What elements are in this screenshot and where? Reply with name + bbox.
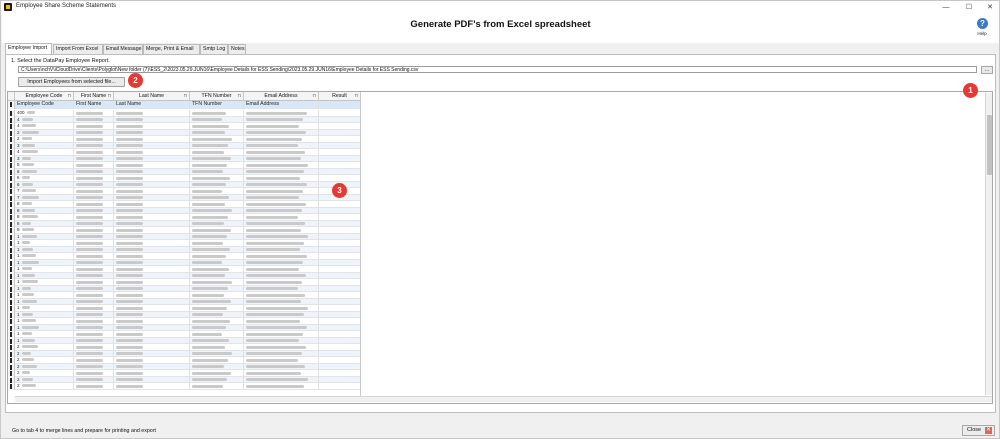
import-employees-button[interactable]: Import Employees from selected file... (18, 77, 125, 87)
help-button[interactable]: ? Help (973, 18, 991, 40)
subheader-cell: Email Address (244, 101, 319, 109)
subheader-cell: First Name (74, 101, 114, 109)
title-bar: Employee Share Scheme Statements — ☐ ✕ (1, 1, 999, 14)
window-title: Employee Share Scheme Statements (16, 3, 117, 9)
vertical-scrollbar[interactable] (985, 93, 992, 395)
help-label: Help (977, 31, 987, 36)
redacted-cell (114, 383, 190, 390)
subheader-cell: Last Name (114, 101, 190, 109)
tab-email-message[interactable]: Email Message (103, 44, 143, 54)
column-header-label: Employee Code (25, 93, 63, 99)
grid-empty-area (361, 93, 986, 402)
filter-icon[interactable]: ⊓ (107, 92, 111, 100)
horizontal-scrollbar[interactable] (15, 396, 992, 402)
column-header-result[interactable]: Result ⊓ (319, 92, 361, 101)
grid-subheader-row: Employee Code First Name Last Name TFN N… (8, 101, 361, 109)
table-row[interactable]: 2 (8, 383, 361, 390)
header: Generate PDF's from Excel spreadsheet ? … (2, 14, 999, 43)
close-window-button[interactable]: ✕ (983, 2, 997, 13)
filter-icon[interactable]: ⊓ (312, 92, 316, 100)
column-header-label: Email Address (264, 93, 298, 99)
filter-icon[interactable]: ⊓ (354, 92, 358, 100)
tab-import-from-excel[interactable]: Import From Excel (53, 44, 103, 54)
status-message: Go to tab 4 to merge lines and prepare f… (12, 428, 156, 434)
callout-badge-3: 3 (332, 183, 347, 198)
callout-badge-1: 1 (963, 83, 978, 98)
column-header-label: Last Name (138, 93, 165, 99)
maximize-button[interactable]: ☐ (962, 2, 976, 13)
column-header-tfn-number[interactable]: TFN Number ⊓ (190, 92, 244, 101)
minimize-button[interactable]: — (939, 2, 953, 13)
column-header-email-address[interactable]: Email Address ⊓ (244, 92, 319, 101)
close-button[interactable]: Close ✕ (962, 425, 995, 436)
app-logo-icon (4, 3, 12, 11)
file-path-input[interactable]: C:\Users\nchV\iCloudDrive\Clients\Polygl… (18, 66, 977, 73)
column-header-last-name[interactable]: Last Name ⊓ (114, 92, 190, 101)
column-header-first-name[interactable]: First Name ⊓ (74, 92, 114, 101)
row-selector[interactable] (8, 101, 15, 109)
employee-code-cell: 2 (15, 383, 74, 390)
redacted-cell (244, 383, 319, 390)
close-icon: ✕ (985, 427, 992, 434)
filter-icon[interactable]: ⊓ (67, 92, 71, 100)
tab-notes[interactable]: Notes (228, 44, 246, 54)
result-column (319, 101, 361, 401)
browse-button[interactable]: ... (981, 66, 993, 74)
row-selector[interactable] (8, 383, 15, 390)
redacted-cell (74, 383, 114, 390)
grid-filter-header: Employee Code ⊓ First Name ⊓ Last Name ⊓ TF… (8, 92, 361, 101)
header-corner (8, 92, 15, 101)
employee-import-panel: 1. Select the DataPay Employee Report. C… (5, 54, 996, 413)
column-header-employee-code[interactable]: Employee Code ⊓ (15, 92, 74, 101)
close-button-label: Close (967, 427, 982, 433)
subheader-cell: Employee Code (15, 101, 74, 109)
help-icon: ? (977, 18, 988, 29)
column-header-label: First Name (80, 93, 107, 99)
subheader-cell: TFN Number (190, 101, 244, 109)
column-header-label: Result (332, 93, 347, 99)
employee-grid[interactable]: Employee Code ⊓ First Name ⊓ Last Name ⊓ TF… (7, 91, 993, 404)
filter-icon[interactable]: ⊓ (183, 92, 187, 100)
page-title: Generate PDF's from Excel spreadsheet (410, 19, 591, 30)
callout-badge-2: 2 (128, 73, 143, 88)
instruction-text: 1. Select the DataPay Employee Report. (11, 58, 110, 64)
redacted-cell (190, 383, 244, 390)
tab-smtp-log[interactable]: Smtp Log (200, 44, 228, 54)
scroll-thumb[interactable] (987, 115, 992, 175)
tab-merge-print-email[interactable]: Merge, Print & Email (143, 44, 200, 54)
app-window: Employee Share Scheme Statements — ☐ ✕ G… (0, 0, 1000, 439)
tab-employee-import[interactable]: Employee Import (5, 43, 52, 54)
column-header-label: TFN Number (201, 93, 232, 99)
filter-icon[interactable]: ⊓ (237, 92, 241, 100)
